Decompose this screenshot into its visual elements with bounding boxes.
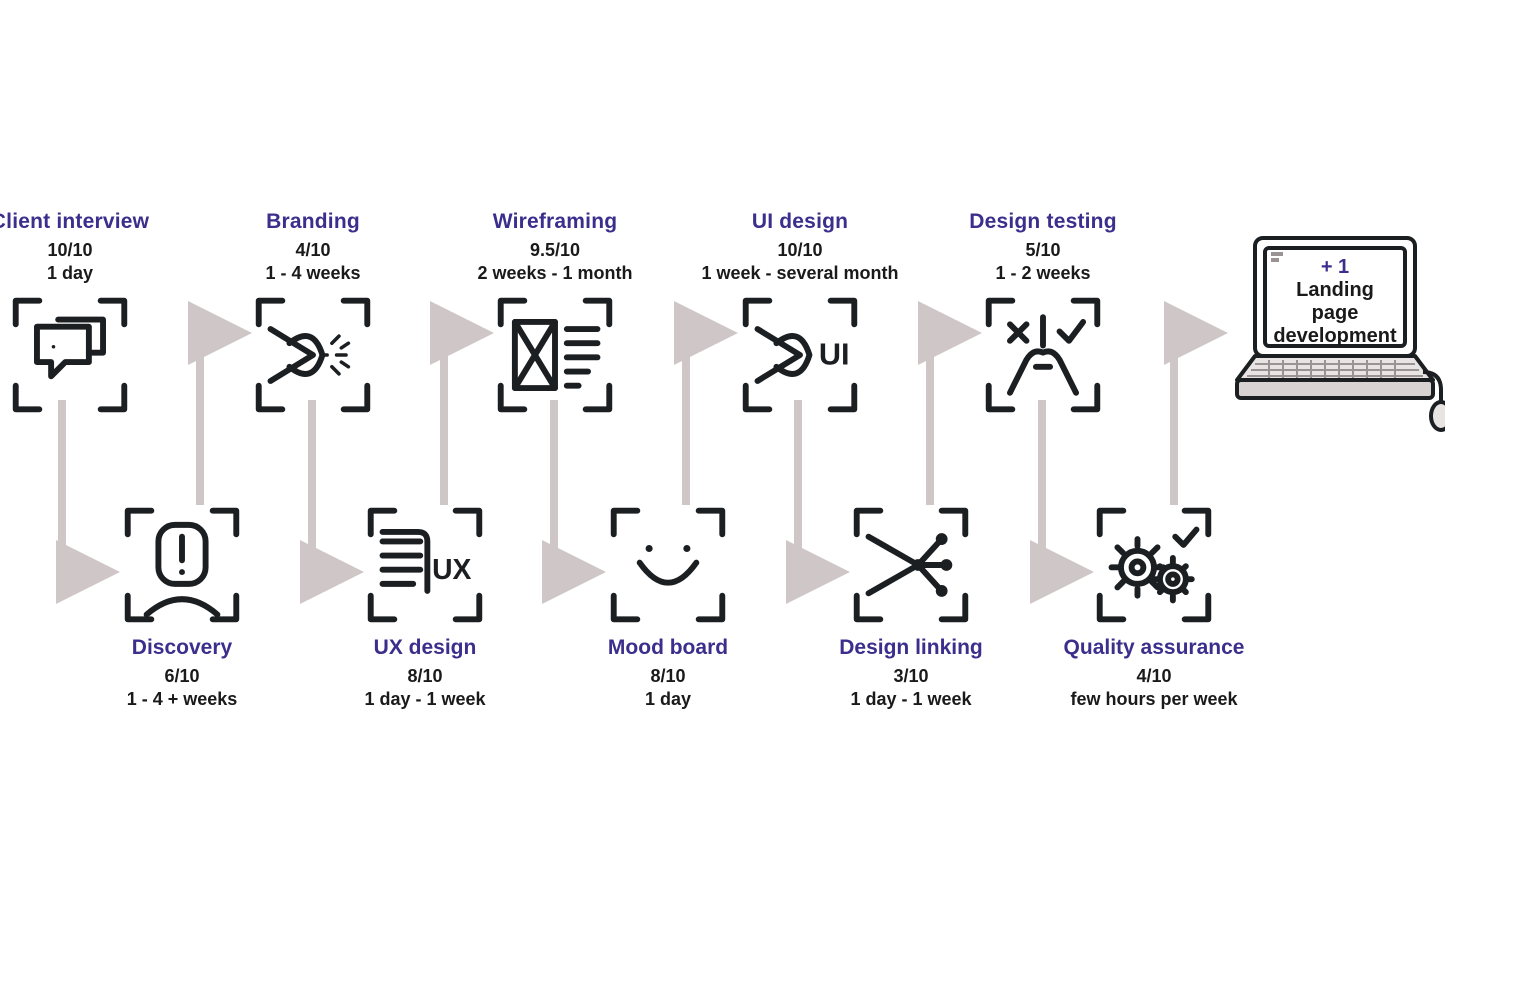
step-quality-assurance: Quality assurance 4/10 few hours per wee… bbox=[1054, 506, 1254, 710]
step-duration: 1 week - several month bbox=[700, 263, 900, 284]
step-ux-design: UX UX design 8/10 1 day - 1 week bbox=[325, 506, 525, 710]
step-mood-board: Mood board 8/10 1 day bbox=[568, 506, 768, 710]
svg-text:UX: UX bbox=[432, 554, 471, 586]
step-client-interview: Client interview 10/10 1 day bbox=[0, 210, 170, 414]
step-score: 3/10 bbox=[811, 666, 1011, 687]
step-title: Branding bbox=[213, 210, 413, 234]
step-wireframing: Wireframing 9.5/10 2 weeks - 1 month bbox=[455, 210, 655, 414]
hourglass-lines-icon bbox=[496, 296, 614, 414]
step-score: 10/10 bbox=[0, 240, 170, 261]
step-title: UX design bbox=[325, 636, 525, 660]
nodes-funnel-icon bbox=[852, 506, 970, 624]
step-branding: Branding 4/10 1 - 4 weeks bbox=[213, 210, 413, 414]
final-label-line-2: page bbox=[1265, 302, 1405, 325]
step-score: 4/10 bbox=[213, 240, 413, 261]
hand-ux-icon: UX bbox=[366, 506, 484, 624]
step-title: Discovery bbox=[82, 636, 282, 660]
check-x-pencil-icon bbox=[984, 296, 1102, 414]
step-design-testing: Design testing 5/10 1 - 2 weeks bbox=[943, 210, 1143, 414]
svg-text:UI: UI bbox=[819, 337, 850, 371]
step-score: 8/10 bbox=[568, 666, 768, 687]
step-title: Quality assurance bbox=[1054, 636, 1254, 660]
step-title: Mood board bbox=[568, 636, 768, 660]
step-title: Wireframing bbox=[455, 210, 655, 234]
step-score: 9.5/10 bbox=[455, 240, 655, 261]
step-title: Design linking bbox=[811, 636, 1011, 660]
step-duration: 1 day - 1 week bbox=[811, 689, 1011, 710]
step-duration: 1 day bbox=[0, 263, 170, 284]
final-landing-page-dev: + 1 Landing page development bbox=[1225, 230, 1445, 445]
computer-icon: + 1 Landing page development bbox=[1225, 230, 1445, 440]
connector-arrows-svg bbox=[0, 0, 1540, 1000]
final-plus-one: + 1 bbox=[1265, 256, 1405, 279]
step-score: 4/10 bbox=[1054, 666, 1254, 687]
step-title: Design testing bbox=[943, 210, 1143, 234]
diagram-stage: Client interview 10/10 1 day Branding 4/… bbox=[0, 0, 1540, 1000]
step-duration: few hours per week bbox=[1054, 689, 1254, 710]
step-score: 10/10 bbox=[700, 240, 900, 261]
person-alert-icon bbox=[123, 506, 241, 624]
final-label-line-3: development bbox=[1265, 325, 1405, 346]
step-discovery: Discovery 6/10 1 - 4 + weeks bbox=[82, 506, 282, 710]
step-duration: 1 day - 1 week bbox=[325, 689, 525, 710]
eye-sparkle-icon bbox=[254, 296, 372, 414]
step-title: Client interview bbox=[0, 210, 170, 234]
step-score: 5/10 bbox=[943, 240, 1143, 261]
step-ui-design: UI design 10/10 1 week - several month U… bbox=[700, 210, 900, 414]
step-duration: 1 - 4 + weeks bbox=[82, 689, 282, 710]
smile-icon bbox=[609, 506, 727, 624]
eye-ui-icon: UI bbox=[741, 296, 859, 414]
step-design-linking: Design linking 3/10 1 day - 1 week bbox=[811, 506, 1011, 710]
step-duration: 1 - 2 weeks bbox=[943, 263, 1143, 284]
step-title: UI design bbox=[700, 210, 900, 234]
chat-bubbles-icon bbox=[11, 296, 129, 414]
step-duration: 2 weeks - 1 month bbox=[455, 263, 655, 284]
step-duration: 1 - 4 weeks bbox=[213, 263, 413, 284]
gears-check-icon bbox=[1095, 506, 1213, 624]
step-score: 8/10 bbox=[325, 666, 525, 687]
step-duration: 1 day bbox=[568, 689, 768, 710]
step-score: 6/10 bbox=[82, 666, 282, 687]
final-label-line-1: Landing bbox=[1265, 279, 1405, 302]
